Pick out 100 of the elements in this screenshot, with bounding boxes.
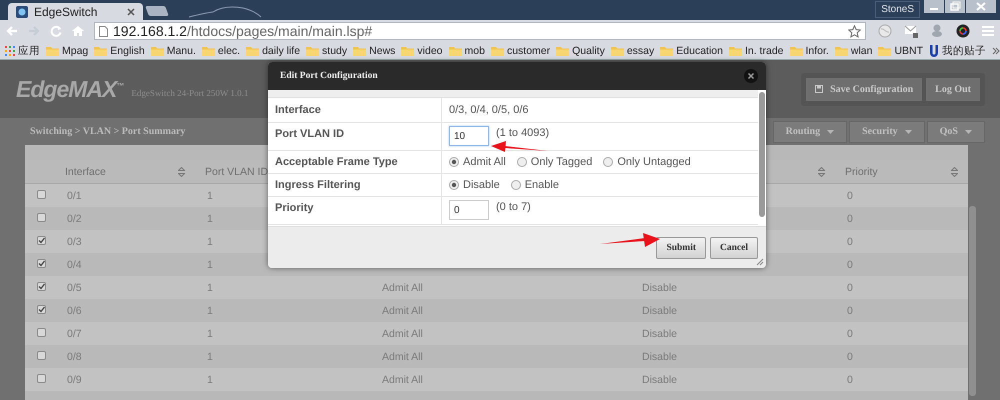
star-icon[interactable] [848, 24, 861, 38]
mail-icon[interactable] [904, 24, 918, 38]
radio-option[interactable]: Admit All [449, 156, 506, 168]
bookmark[interactable]: Quality [556, 44, 605, 56]
checkbox[interactable] [37, 282, 46, 290]
table-cell: 0/9 [67, 374, 82, 386]
minimize-icon[interactable] [924, 0, 944, 13]
sort-icon[interactable] [818, 166, 825, 176]
back-icon[interactable] [6, 25, 18, 37]
bookmark[interactable]: 我的贴子 [929, 44, 986, 58]
table-cell: 0 [847, 236, 853, 248]
table-cell: 0 [847, 328, 853, 340]
radio-option[interactable]: Only Untagged [603, 156, 691, 168]
bookmark[interactable]: video [401, 44, 443, 56]
close-icon[interactable] [744, 69, 758, 83]
radio-button[interactable] [510, 180, 521, 190]
checkbox[interactable] [37, 190, 46, 198]
save-icon [815, 85, 824, 93]
home-icon[interactable] [72, 25, 84, 37]
resize-grip-icon[interactable] [756, 258, 764, 266]
bookmark[interactable]: Education [660, 44, 723, 56]
checkbox[interactable] [37, 212, 46, 222]
close-icon[interactable] [127, 8, 135, 16]
bookmark[interactable]: wlan [834, 44, 872, 56]
hint-text: (1 to 4093) [496, 127, 550, 139]
folder-icon [306, 46, 320, 56]
bookmark[interactable]: customer [490, 44, 550, 56]
bookmark[interactable]: daily life [246, 44, 300, 56]
folder-icon [353, 46, 366, 56]
color-wheel-icon[interactable] [956, 24, 970, 38]
bookmark[interactable]: Mpag [46, 44, 88, 56]
globe-icon[interactable] [878, 24, 892, 38]
table-cell: Disable [642, 350, 678, 362]
table-cell: Admit All [382, 350, 423, 362]
folder-icon [246, 46, 260, 56]
table-cell: 1 [207, 212, 213, 224]
bookmark[interactable]: elec. [202, 44, 240, 56]
checkbox[interactable] [37, 350, 46, 360]
bookmark[interactable]: News [353, 44, 396, 56]
checkbox[interactable] [37, 374, 46, 382]
radio-button[interactable] [516, 157, 527, 167]
table-cell: 0/8 [67, 350, 82, 362]
address-bar[interactable]: 192.168.1.2/htdocs/pages/main/main.lsp# [94, 22, 866, 40]
folder-icon [790, 46, 802, 56]
checkbox[interactable] [37, 258, 46, 268]
folder-icon [150, 46, 164, 56]
maximize-icon[interactable] [945, 0, 965, 13]
caret-icon [904, 130, 912, 134]
bookmark[interactable]: study [306, 44, 348, 56]
radio-button[interactable] [603, 157, 614, 167]
bookmark[interactable]: 应用 [5, 44, 40, 58]
bookmark[interactable]: In. trade [728, 44, 784, 56]
bookmark[interactable]: essay [610, 44, 654, 56]
input-field[interactable]: 0 [449, 200, 489, 220]
table-cell: 1 [207, 190, 213, 202]
radio-button[interactable] [449, 157, 459, 167]
dialog-button[interactable]: Cancel [710, 237, 758, 259]
radio-option[interactable]: Enable [510, 179, 559, 191]
scrollbar[interactable] [759, 92, 765, 217]
table-cell: 1 [207, 374, 213, 386]
scrollbar[interactable] [969, 206, 976, 396]
sort-icon[interactable] [951, 166, 958, 176]
checkbox[interactable] [37, 328, 46, 336]
reload-icon[interactable] [50, 25, 62, 37]
field-label: Acceptable Frame Type [275, 156, 398, 168]
table-cell: 0/5 [67, 282, 82, 294]
radio-button[interactable] [449, 180, 459, 190]
table-cell: 1 [207, 328, 213, 340]
table-cell: 0 [847, 190, 853, 202]
folder-icon [878, 46, 892, 56]
table-cell: Disable [642, 374, 678, 386]
bookmark[interactable]: Infor. [790, 44, 829, 56]
input-field[interactable]: 10 [449, 126, 489, 146]
new-tab-button[interactable] [145, 6, 169, 16]
table-cell: Disable [642, 282, 678, 294]
browser-tab[interactable]: EdgeSwitch [8, 3, 143, 20]
table-cell: 1 [207, 258, 213, 270]
chevron-icon[interactable] [992, 46, 1000, 54]
bookmark[interactable]: Manu. [150, 44, 196, 56]
radio-option[interactable]: Disable [449, 179, 500, 191]
folder-icon [556, 46, 570, 56]
folder-icon [660, 46, 674, 56]
radio-option[interactable]: Only Tagged [516, 156, 592, 168]
checkbox[interactable] [37, 304, 46, 314]
menu-icon[interactable] [982, 25, 994, 37]
table-cell: 1 [207, 350, 213, 362]
table-cell: 0/3 [67, 236, 82, 248]
profile-name[interactable]: StoneS [875, 1, 920, 18]
bookmark[interactable]: English [94, 44, 145, 56]
caret-icon [827, 130, 834, 134]
checkbox[interactable] [37, 236, 46, 244]
arrow [491, 141, 548, 152]
table-cell: 0 [847, 212, 853, 224]
dialog-button[interactable]: Submit [656, 237, 706, 259]
sort-icon[interactable] [178, 166, 185, 176]
bookmark[interactable]: UBNT [878, 44, 924, 56]
table-cell: Admit All [382, 304, 423, 316]
folder-icon [834, 46, 848, 56]
page-icon [99, 26, 108, 36]
bookmark[interactable]: mob [448, 44, 485, 56]
